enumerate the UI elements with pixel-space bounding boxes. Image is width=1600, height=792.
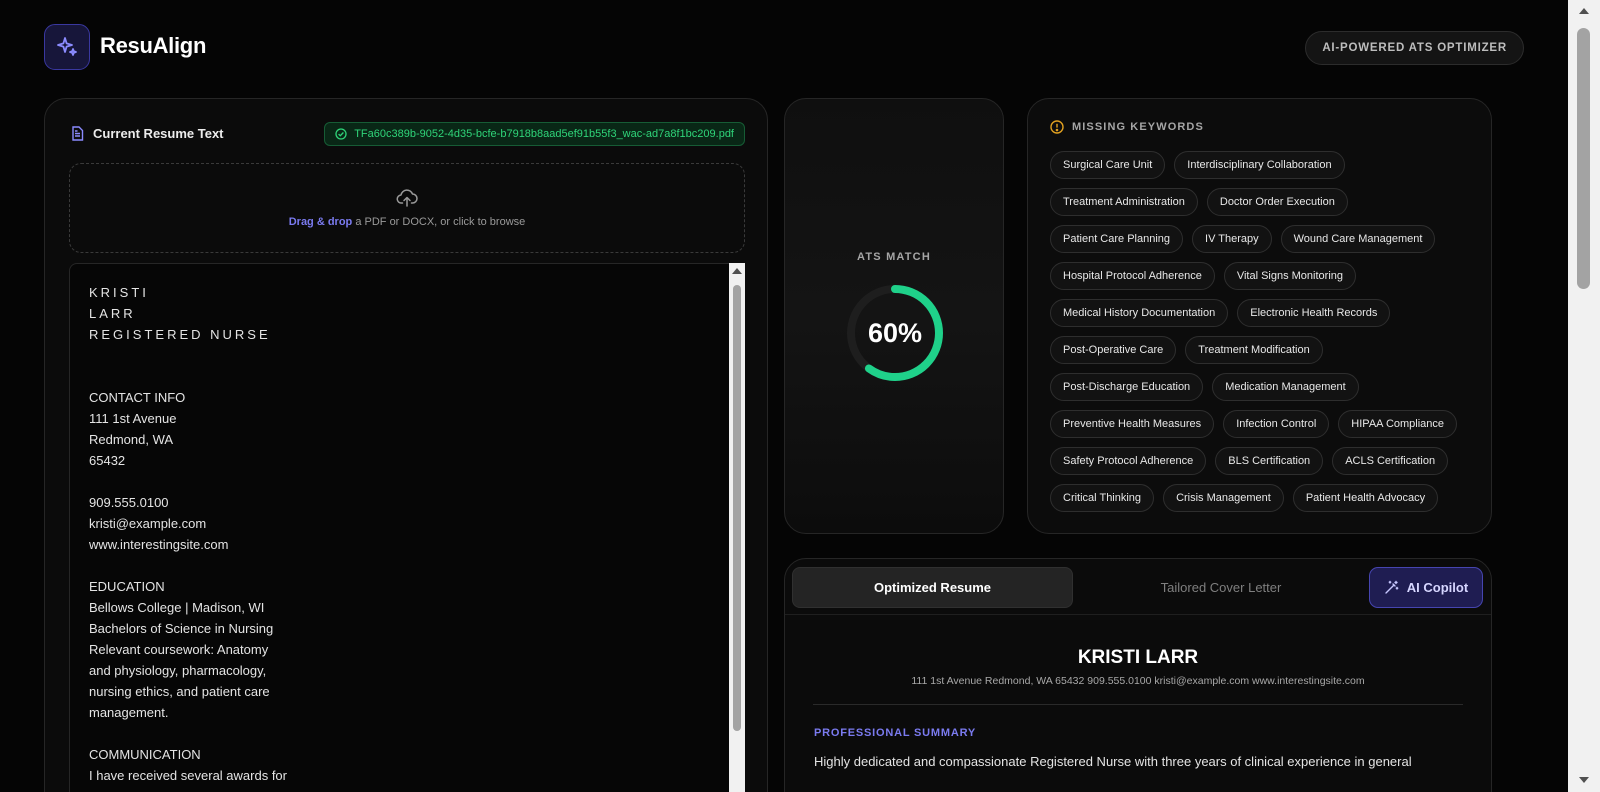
resume-input-panel: Current Resume Text TFa60c389b-9052-4d35…: [44, 98, 768, 792]
resume-text-line: 111 1st Avenue: [89, 411, 177, 426]
keyword-chip[interactable]: Post-Discharge Education: [1050, 373, 1204, 401]
professional-summary-heading: PROFESSIONAL SUMMARY: [814, 727, 977, 739]
resume-text-line: management.: [89, 705, 169, 720]
professional-summary-text: Highly dedicated and compassionate Regis…: [814, 754, 1412, 769]
keyword-chip[interactable]: IV Therapy: [1192, 225, 1272, 253]
page-scrollbar[interactable]: [1568, 0, 1600, 792]
resume-text-line: and physiology, pharmacology,: [89, 663, 267, 678]
scroll-up-arrow-icon[interactable]: [732, 268, 742, 274]
keyword-chip[interactable]: Critical Thinking: [1050, 484, 1155, 512]
missing-keywords-title: MISSING KEYWORDS: [1072, 121, 1204, 133]
tagline-badge: AI-POWERED ATS OPTIMIZER: [1305, 31, 1524, 65]
tab-optimized-resume[interactable]: Optimized Resume: [792, 567, 1073, 608]
keyword-chip[interactable]: Interdisciplinary Collaboration: [1174, 151, 1345, 179]
resume-text-line: Bellows College | Madison, WI: [89, 600, 265, 615]
resume-textarea[interactable]: KRISTI LARR REGISTERED NURSE CONTACT INFO 11…: [69, 263, 729, 792]
keyword-chip[interactable]: Wound Care Management: [1280, 225, 1436, 253]
file-dropzone[interactable]: Drag & drop a PDF or DOCX, or click to b…: [69, 163, 745, 253]
keyword-chip[interactable]: Infection Control: [1223, 410, 1330, 438]
keyword-chip[interactable]: Vital Signs Monitoring: [1223, 262, 1356, 290]
resume-divider: [813, 704, 1463, 705]
brand-name: ResuAlign: [100, 33, 207, 58]
keyword-chip[interactable]: Surgical Care Unit: [1050, 151, 1166, 179]
resume-name-heading: KRISTI LARR: [1077, 647, 1199, 668]
top-bar: ResuAlign AI-POWERED ATS OPTIMIZER: [44, 24, 1524, 70]
alert-circle-icon: [1050, 120, 1064, 134]
keyword-chip[interactable]: Medication Management: [1212, 373, 1359, 401]
resume-text-line: [89, 366, 710, 387]
resume-text-line: LARR: [89, 306, 136, 321]
resume-text-line: 65432: [89, 453, 126, 468]
resume-text-line: [89, 345, 710, 366]
keyword-chip[interactable]: ACLS Certification: [1332, 447, 1449, 475]
resume-text-line: www.interestingsite.com: [89, 537, 229, 552]
sparkle-logo-icon: [44, 24, 90, 70]
scrollbar-thumb[interactable]: [733, 285, 741, 731]
keyword-chip[interactable]: Safety Protocol Adherence: [1050, 447, 1207, 475]
ai-copilot-label: AI Copilot: [1406, 580, 1469, 595]
ats-match-panel: ATS MATCH 60%: [784, 98, 1004, 534]
resume-text-line: kristi@example.com: [89, 516, 207, 531]
ats-match-value: 60%: [867, 317, 923, 348]
resume-text-line: Relevant coursework: Anatomy: [89, 642, 269, 657]
keyword-list: Surgical Care Unit Interdisciplinary Coll…: [1050, 151, 1480, 512]
resume-text-line: [89, 723, 710, 744]
keyword-chip[interactable]: BLS Certification: [1215, 447, 1324, 475]
page-scrollbar-thumb[interactable]: [1577, 28, 1590, 289]
uploaded-file-name: TFa60c389b-9052-4d35-bcfe-b7918b8aad5ef9…: [354, 128, 734, 140]
magic-wand-icon: [1385, 580, 1399, 594]
keyword-chip[interactable]: Post-Operative Care: [1050, 336, 1177, 364]
resume-text-line: REGISTERED NURSE: [89, 327, 271, 342]
page-scroll-down-icon[interactable]: [1579, 777, 1589, 783]
uploaded-file-badge[interactable]: TFa60c389b-9052-4d35-bcfe-b7918b8aad5ef9…: [324, 122, 745, 146]
output-tabs: Optimized Resume Tailored Cover Letter A…: [785, 559, 1491, 615]
cloud-upload-icon: [396, 189, 418, 207]
keyword-chip[interactable]: Treatment Administration: [1050, 188, 1198, 216]
keyword-chip[interactable]: Hospital Protocol Adherence: [1050, 262, 1215, 290]
resume-text-line: Redmond, WA: [89, 432, 174, 447]
tab-tailored-cover-letter[interactable]: Tailored Cover Letter: [1081, 567, 1361, 608]
dropzone-text: a PDF or DOCX, or click to browse: [352, 216, 526, 228]
keyword-chip[interactable]: Treatment Modification: [1185, 336, 1323, 364]
resume-contact-line: 111 1st Avenue Redmond, WA 65432 909.555…: [911, 675, 1365, 687]
keyword-chip[interactable]: Doctor Order Execution: [1206, 188, 1348, 216]
missing-keywords-header: MISSING KEYWORDS: [1050, 120, 1204, 134]
resume-text-line: KRISTI: [89, 285, 149, 300]
keyword-chip[interactable]: Electronic Health Records: [1237, 299, 1391, 327]
dropzone-highlight[interactable]: Drag & drop: [289, 216, 353, 228]
resume-input-title: Current Resume Text: [93, 126, 224, 141]
resume-text-line: Bachelors of Science in Nursing: [89, 621, 274, 636]
resume-text-line: COMMUNICATION: [89, 747, 201, 762]
page-scroll-up-icon[interactable]: [1579, 8, 1589, 14]
keyword-chip[interactable]: Crisis Management: [1163, 484, 1284, 512]
resume-text-line: I have received several awards for: [89, 768, 287, 783]
resume-input-header: Current Resume Text: [71, 126, 224, 141]
resume-text-line: nursing ethics, and patient care: [89, 684, 270, 699]
resume-text-line: [89, 555, 710, 576]
keyword-chip[interactable]: Patient Health Advocacy: [1292, 484, 1439, 512]
keyword-chip[interactable]: Preventive Health Measures: [1050, 410, 1215, 438]
resume-text-line: 909.555.0100: [89, 495, 169, 510]
keyword-chip[interactable]: Medical History Documentation: [1050, 299, 1229, 327]
keyword-chip[interactable]: Patient Care Planning: [1050, 225, 1184, 253]
keyword-chip[interactable]: HIPAA Compliance: [1338, 410, 1458, 438]
resume-text-line: CONTACT INFO: [89, 390, 186, 405]
resume-text-line: [89, 471, 710, 492]
output-panel: Optimized Resume Tailored Cover Letter A…: [784, 558, 1492, 792]
ats-match-label: ATS MATCH: [857, 251, 931, 263]
resume-text-line: EDUCATION: [89, 579, 165, 594]
check-circle-icon: [335, 128, 347, 140]
ai-copilot-button[interactable]: AI Copilot: [1369, 567, 1483, 608]
dropzone-hint: Drag & drop a PDF or DOCX, or click to b…: [289, 216, 526, 228]
document-icon: [72, 126, 84, 141]
missing-keywords-panel: MISSING KEYWORDS Surgical Care Unit Inter…: [1027, 98, 1492, 534]
resume-textarea-scrollbar[interactable]: [729, 263, 745, 792]
